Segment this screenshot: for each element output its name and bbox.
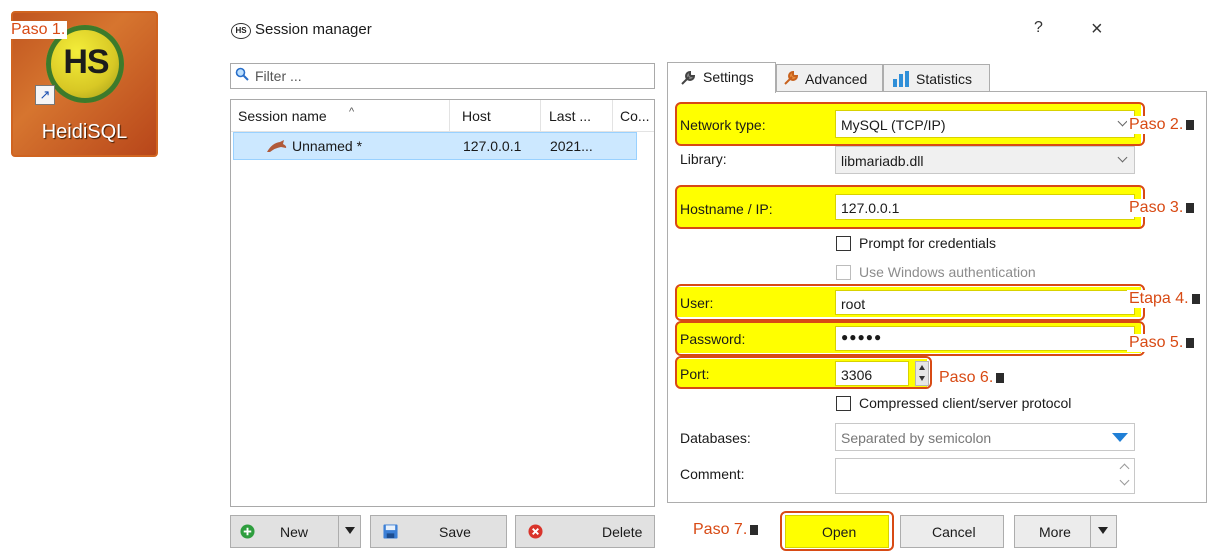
dolphin-icon	[267, 140, 287, 152]
save-button[interactable]: Save	[370, 515, 507, 548]
library-select[interactable]: libmariadb.dll	[835, 146, 1135, 174]
add-icon	[240, 524, 255, 539]
step-6-ring	[675, 356, 932, 389]
tab-statistics[interactable]: Statistics	[883, 64, 990, 92]
databases-input[interactable]: Separated by semicolon	[835, 423, 1135, 451]
step-2-ring	[675, 102, 1145, 146]
tab-statistics-label: Statistics	[916, 71, 973, 87]
column-header-comment[interactable]: Co...	[620, 108, 650, 124]
session-list[interactable]: Session name ^ Host Last ... Co... Unnam…	[230, 99, 655, 507]
search-icon	[235, 67, 249, 81]
more-button-label: More	[1039, 524, 1071, 540]
compressed-protocol-label: Compressed client/server protocol	[859, 395, 1072, 411]
compressed-protocol-checkbox[interactable]	[836, 396, 851, 411]
step-7-label: Paso 7.	[691, 521, 761, 539]
step-7-ring	[780, 511, 894, 551]
dropdown-arrow-icon[interactable]	[1112, 433, 1128, 442]
cancel-button-label: Cancel	[932, 524, 976, 540]
more-dropdown-arrow-icon[interactable]	[1098, 527, 1108, 534]
step-5-label: Paso 5.	[1127, 334, 1197, 352]
delete-button-label: Delete	[602, 524, 643, 540]
chevron-down-icon	[1117, 152, 1128, 163]
bar-chart-icon	[893, 71, 909, 87]
step-3-label: Paso 3.	[1127, 199, 1197, 217]
wrench-orange-icon	[784, 70, 799, 85]
help-button[interactable]: ?	[1034, 19, 1043, 37]
new-button-label: New	[280, 524, 309, 540]
wrench-icon	[681, 70, 696, 85]
heidisql-app-icon: HS	[231, 23, 251, 39]
prompt-credentials-label: Prompt for credentials	[859, 235, 996, 251]
tab-settings-label: Settings	[703, 69, 754, 85]
session-host-cell: 127.0.0.1	[463, 138, 522, 154]
step-6-label: Paso 6.	[937, 369, 1007, 387]
prompt-credentials-checkbox[interactable]	[836, 236, 851, 251]
session-list-header: Session name ^ Host Last ... Co...	[231, 100, 654, 132]
delete-button[interactable]: Delete	[515, 515, 655, 548]
tab-settings[interactable]: Settings	[667, 62, 776, 93]
tab-advanced-label: Advanced	[805, 71, 868, 87]
filter-box	[230, 63, 655, 89]
sort-ascending-icon: ^	[349, 106, 355, 118]
desktop-icon-label: HeidiSQL	[41, 121, 128, 143]
tab-advanced[interactable]: Advanced	[776, 64, 883, 92]
title-bar: HS Session manager ? ×	[225, 14, 1125, 44]
window-title: Session manager	[255, 21, 372, 38]
session-manager-window: HS Session manager ? × Session name ^ Ho…	[225, 0, 1222, 553]
logo-text: HS	[63, 43, 109, 81]
new-dropdown-arrow-icon[interactable]	[345, 527, 355, 534]
more-button[interactable]: More	[1014, 515, 1117, 548]
session-last-cell: 2021...	[550, 138, 593, 154]
step-5-ring	[675, 321, 1145, 356]
session-name-cell: Unnamed *	[292, 138, 363, 154]
shortcut-arrow-icon: ↗	[35, 85, 55, 105]
new-button[interactable]: New	[230, 515, 361, 548]
comment-textarea[interactable]	[835, 458, 1135, 494]
step-3-ring	[675, 185, 1145, 229]
step-1-label: Paso 1.	[9, 21, 68, 39]
comment-scrollbar[interactable]	[1118, 461, 1132, 491]
tab-bar: Settings Advanced Statistics	[667, 62, 1207, 93]
column-header-host[interactable]: Host	[462, 108, 491, 124]
column-header-last[interactable]: Last ...	[549, 108, 591, 124]
windows-auth-label: Use Windows authentication	[859, 264, 1036, 280]
filter-input[interactable]	[253, 67, 647, 85]
comment-label: Comment:	[680, 466, 745, 482]
delete-icon	[528, 524, 543, 539]
cancel-button[interactable]: Cancel	[900, 515, 1004, 548]
step-2-label: Paso 2.	[1127, 116, 1197, 134]
step-4-ring	[675, 284, 1145, 321]
close-button[interactable]: ×	[1091, 18, 1103, 41]
save-icon	[383, 524, 398, 539]
library-label: Library:	[680, 151, 727, 167]
session-row[interactable]: Unnamed * 127.0.0.1 2021...	[233, 132, 637, 160]
save-button-label: Save	[439, 524, 471, 540]
step-4-label: Etapa 4.	[1127, 290, 1202, 308]
column-header-session-name[interactable]: Session name	[238, 108, 327, 124]
databases-label: Databases:	[680, 430, 751, 446]
windows-auth-checkbox[interactable]	[836, 265, 851, 280]
